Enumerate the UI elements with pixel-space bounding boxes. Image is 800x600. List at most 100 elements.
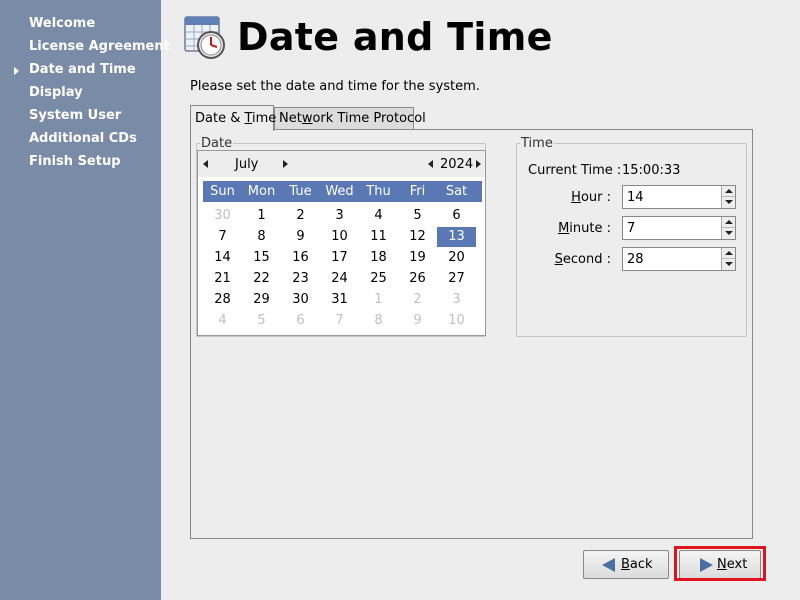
- calendar-day[interactable]: 22: [242, 269, 281, 289]
- back-arrow-icon: [602, 558, 615, 572]
- calendar-day[interactable]: 12: [398, 227, 437, 247]
- sidebar-item-welcome: Welcome: [29, 16, 96, 31]
- calendar-day[interactable]: 10: [320, 227, 359, 247]
- hour-value: 14: [627, 190, 644, 205]
- page-title: Date and Time: [237, 15, 553, 59]
- hour-label: Hour :: [571, 190, 611, 205]
- calendar-header: July 2024: [198, 151, 485, 177]
- calendar-day[interactable]: 30: [203, 206, 242, 226]
- sidebar-item-additional-cds: Additional CDs: [29, 131, 137, 146]
- sidebar-item-system-user: System User: [29, 108, 122, 123]
- spin-up-arrow-icon[interactable]: [725, 251, 733, 255]
- calendar-day[interactable]: 15: [242, 248, 281, 268]
- calendar-day[interactable]: 6: [437, 206, 476, 226]
- spin-down-arrow-icon[interactable]: [725, 231, 733, 235]
- next-month-arrow-icon[interactable]: [283, 160, 288, 168]
- minute-value: 7: [627, 221, 636, 236]
- calendar-day[interactable]: 2: [281, 206, 320, 226]
- calendar-day[interactable]: 14: [203, 248, 242, 268]
- spin-up-arrow-icon[interactable]: [725, 220, 733, 224]
- calendar-month: July: [235, 157, 259, 172]
- spin-down-arrow-icon[interactable]: [725, 262, 733, 266]
- calendar-day[interactable]: 3: [437, 290, 476, 310]
- calendar-day[interactable]: 5: [242, 311, 281, 331]
- calendar-weekday-header: Sun Mon Tue Wed Thu Fri Sat: [203, 181, 482, 202]
- tab-label: Date & Time: [195, 111, 277, 126]
- calendar-clock-icon: [184, 16, 225, 59]
- calendar-day[interactable]: 16: [281, 248, 320, 268]
- calendar-day[interactable]: 24: [320, 269, 359, 289]
- sidebar-item-date-and-time: Date and Time: [29, 62, 136, 77]
- calendar-day[interactable]: 9: [398, 311, 437, 331]
- hour-spinbutton[interactable]: 14: [622, 185, 736, 209]
- previous-month-arrow-icon[interactable]: [203, 160, 208, 168]
- calendar-day[interactable]: 1: [242, 206, 281, 226]
- current-step-arrow-icon: [14, 67, 19, 75]
- minute-spinbutton[interactable]: 7: [622, 216, 736, 240]
- calendar-day[interactable]: 30: [281, 290, 320, 310]
- spin-down-arrow-icon[interactable]: [725, 200, 733, 204]
- spin-divider: [722, 196, 735, 197]
- calendar-day[interactable]: 13: [437, 227, 476, 247]
- date-frame-label: Date: [200, 136, 234, 151]
- calendar-day[interactable]: 29: [242, 290, 281, 310]
- weekday-label: Sat: [445, 184, 468, 199]
- spin-up-arrow-icon[interactable]: [725, 189, 733, 193]
- calendar-day[interactable]: 27: [437, 269, 476, 289]
- weekday-label: Wed: [325, 184, 354, 199]
- previous-year-arrow-icon[interactable]: [428, 160, 433, 168]
- second-value: 28: [627, 252, 644, 267]
- weekday-label: Thu: [366, 184, 391, 199]
- calendar-day[interactable]: 28: [203, 290, 242, 310]
- calendar-day[interactable]: 17: [320, 248, 359, 268]
- calendar-day[interactable]: 10: [437, 311, 476, 331]
- hour-spin-buttons[interactable]: [721, 186, 735, 208]
- calendar-day[interactable]: 1: [359, 290, 398, 310]
- calendar-day[interactable]: 23: [281, 269, 320, 289]
- weekday-label: Tue: [289, 184, 312, 199]
- calendar-day[interactable]: 4: [359, 206, 398, 226]
- time-frame-label: Time: [520, 136, 554, 151]
- second-label: Second :: [554, 252, 611, 267]
- minute-label: Minute :: [558, 221, 611, 236]
- next-button-highlight: [674, 546, 766, 581]
- calendar-day[interactable]: 7: [320, 311, 359, 331]
- calendar-day[interactable]: 8: [242, 227, 281, 247]
- calendar-day[interactable]: 7: [203, 227, 242, 247]
- weekday-label: Fri: [409, 184, 426, 199]
- sidebar-item-license-agreement: License Agreement: [29, 39, 170, 54]
- back-button[interactable]: Back: [583, 550, 669, 579]
- tab-label: Network Time Protocol: [279, 111, 426, 126]
- calendar-day[interactable]: 11: [359, 227, 398, 247]
- second-spinbutton[interactable]: 28: [622, 247, 736, 271]
- tab-date-and-time[interactable]: Date & Time: [190, 105, 277, 131]
- spin-divider: [722, 258, 735, 259]
- calendar-day[interactable]: 18: [359, 248, 398, 268]
- calendar-year: 2024: [440, 157, 474, 172]
- instructions-text: Please set the date and time for the sys…: [190, 79, 480, 94]
- calendar-day[interactable]: 4: [203, 311, 242, 331]
- calendar-day[interactable]: 8: [359, 311, 398, 331]
- tab-network-time-protocol[interactable]: Network Time Protocol: [274, 107, 426, 129]
- calendar-day[interactable]: 26: [398, 269, 437, 289]
- calendar-day[interactable]: 5: [398, 206, 437, 226]
- back-button-label: Back: [621, 557, 653, 572]
- calendar-day[interactable]: 20: [437, 248, 476, 268]
- second-spin-buttons[interactable]: [721, 248, 735, 270]
- current-time-value: 15:00:33: [622, 163, 681, 178]
- minute-spin-buttons[interactable]: [721, 217, 735, 239]
- calendar-day[interactable]: 6: [281, 311, 320, 331]
- calendar-day[interactable]: 25: [359, 269, 398, 289]
- current-time-label: Current Time :: [528, 163, 622, 178]
- calendar-day[interactable]: 19: [398, 248, 437, 268]
- calendar-day[interactable]: 21: [203, 269, 242, 289]
- calendar-day[interactable]: 2: [398, 290, 437, 310]
- sidebar-item-finish-setup: Finish Setup: [29, 154, 121, 169]
- calendar-day[interactable]: 9: [281, 227, 320, 247]
- calendar-day[interactable]: 31: [320, 290, 359, 310]
- weekday-label: Sun: [210, 184, 235, 199]
- calendar[interactable]: July 2024 Sun Mon Tue Wed Thu Fri Sat 30…: [197, 150, 486, 336]
- calendar-day[interactable]: 3: [320, 206, 359, 226]
- next-year-arrow-icon[interactable]: [476, 160, 481, 168]
- weekday-label: Mon: [247, 184, 276, 199]
